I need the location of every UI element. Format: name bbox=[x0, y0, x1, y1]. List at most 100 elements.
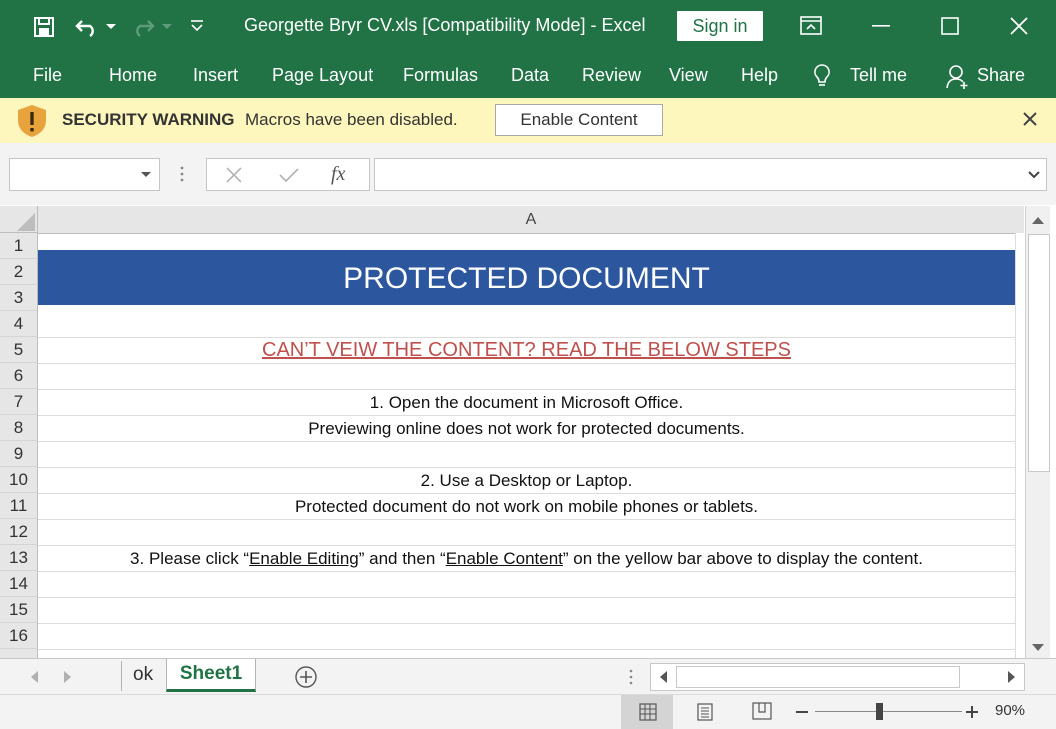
insert-function-button[interactable]: fx bbox=[331, 163, 345, 186]
row-header-12[interactable]: 12 bbox=[0, 519, 38, 545]
horizontal-scroll-thumb[interactable] bbox=[676, 666, 960, 688]
horizontal-scrollbar[interactable] bbox=[650, 663, 1025, 691]
redo-dropdown-icon bbox=[162, 24, 172, 29]
column-header-a[interactable]: A bbox=[38, 206, 1024, 234]
cancel-icon[interactable] bbox=[226, 167, 242, 183]
sheet-tab-ok[interactable]: ok bbox=[133, 664, 153, 686]
row-header-3[interactable]: 3 bbox=[0, 285, 38, 311]
row-header-15[interactable]: 15 bbox=[0, 597, 38, 623]
grid-row bbox=[38, 519, 1015, 546]
drag-handle-icon[interactable] bbox=[179, 165, 185, 183]
save-icon[interactable] bbox=[33, 16, 55, 38]
row-header-2[interactable]: 2 bbox=[0, 259, 38, 285]
customize-qat-icon[interactable] bbox=[190, 20, 204, 32]
share-person-icon[interactable] bbox=[946, 64, 970, 90]
zoom-slider-track[interactable] bbox=[815, 711, 962, 712]
scroll-up-icon[interactable] bbox=[1032, 216, 1044, 224]
split-handle-icon[interactable] bbox=[628, 668, 634, 686]
tab-view[interactable]: View bbox=[669, 65, 708, 86]
scroll-down-icon[interactable] bbox=[1032, 644, 1044, 652]
formula-input[interactable] bbox=[374, 158, 1047, 191]
sheet-tabs-bar: ok Sheet1 bbox=[0, 658, 1056, 695]
new-sheet-icon[interactable] bbox=[294, 665, 318, 689]
select-all-corner[interactable] bbox=[0, 206, 38, 233]
row-header-17[interactable] bbox=[0, 649, 38, 658]
window-title: Georgette Bryr CV.xls [Compatibility Mod… bbox=[244, 15, 646, 35]
step-2-note: Protected document do not work on mobile… bbox=[294, 497, 759, 516]
formula-bar: fx bbox=[0, 143, 1056, 205]
enable-editing-ref: Enable Editing bbox=[249, 549, 359, 568]
tab-review[interactable]: Review bbox=[582, 65, 641, 86]
sheet-tab-sheet1[interactable]: Sheet1 bbox=[166, 659, 256, 692]
scroll-left-icon[interactable] bbox=[659, 671, 667, 683]
enable-content-button[interactable]: Enable Content bbox=[495, 104, 663, 136]
tab-help[interactable]: Help bbox=[741, 65, 778, 86]
maximize-icon[interactable] bbox=[941, 17, 959, 35]
step-1-text: 1. Open the document in Microsoft Office… bbox=[369, 393, 684, 412]
name-box[interactable] bbox=[9, 158, 160, 191]
page-break-preview-icon[interactable] bbox=[752, 702, 772, 720]
step-3-suffix: ” on the yellow bar above to display the… bbox=[562, 549, 923, 568]
row-header-14[interactable]: 14 bbox=[0, 571, 38, 597]
minimize-icon[interactable] bbox=[872, 25, 890, 27]
grid-row bbox=[38, 571, 1015, 598]
grid-row bbox=[38, 441, 1015, 468]
scroll-right-icon[interactable] bbox=[1008, 671, 1016, 683]
tab-page-layout[interactable]: Page Layout bbox=[272, 65, 373, 86]
row-header-5[interactable]: 5 bbox=[0, 337, 38, 363]
redo-icon bbox=[136, 20, 155, 37]
zoom-out-icon[interactable] bbox=[796, 711, 808, 713]
share-button[interactable]: Share bbox=[977, 65, 1025, 86]
ribbon-display-options-icon[interactable] bbox=[800, 16, 822, 36]
column-b-edge bbox=[1015, 233, 1025, 658]
tab-data[interactable]: Data bbox=[511, 65, 549, 86]
row-header-8[interactable]: 8 bbox=[0, 415, 38, 441]
undo-icon[interactable] bbox=[74, 15, 100, 37]
close-icon[interactable] bbox=[1023, 112, 1037, 126]
worksheet-grid[interactable]: A 1 2 3 4 5 6 7 8 9 10 11 12 13 14 15 16… bbox=[0, 206, 1056, 658]
page-layout-view-icon[interactable] bbox=[696, 703, 714, 721]
row-header-10[interactable]: 10 bbox=[0, 467, 38, 493]
row-header-6[interactable]: 6 bbox=[0, 363, 38, 389]
zoom-in-icon[interactable] bbox=[966, 706, 978, 718]
close-window-icon[interactable] bbox=[1010, 17, 1028, 35]
step-3-text: 3. Please click “Enable Editing” and the… bbox=[38, 549, 1015, 569]
grid-row bbox=[38, 363, 1015, 390]
sign-in-button[interactable]: Sign in bbox=[677, 11, 763, 41]
tab-formulas[interactable]: Formulas bbox=[403, 65, 478, 86]
scroll-tabs-right-icon[interactable] bbox=[64, 671, 72, 683]
chevron-down-icon[interactable] bbox=[141, 172, 151, 178]
step-3-middle: ” and then “ bbox=[358, 549, 446, 568]
row-header-13[interactable]: 13 bbox=[0, 545, 38, 571]
normal-view-icon bbox=[639, 703, 657, 721]
security-warning-bar: SECURITY WARNING Macros have been disabl… bbox=[0, 98, 1056, 144]
title-bar: Georgette Bryr CV.xls [Compatibility Mod… bbox=[0, 0, 1056, 54]
grid-row bbox=[38, 623, 1015, 650]
grid-row bbox=[38, 597, 1015, 624]
row-header-16[interactable]: 16 bbox=[0, 623, 38, 649]
tab-divider bbox=[121, 661, 122, 691]
security-warning-title: SECURITY WARNING bbox=[62, 110, 235, 129]
tell-me-search[interactable]: Tell me bbox=[850, 65, 907, 86]
row-header-1[interactable]: 1 bbox=[0, 233, 38, 259]
row-header-4[interactable]: 4 bbox=[0, 311, 38, 337]
row-header-11[interactable]: 11 bbox=[0, 493, 38, 519]
zoom-level[interactable]: 90% bbox=[995, 702, 1025, 719]
step-3-prefix: 3. Please click “ bbox=[130, 549, 250, 568]
normal-view-button[interactable] bbox=[621, 695, 673, 729]
enter-check-icon[interactable] bbox=[279, 167, 299, 183]
row-header-9[interactable]: 9 bbox=[0, 441, 38, 467]
vertical-scroll-thumb[interactable] bbox=[1028, 234, 1050, 472]
lightbulb-icon[interactable] bbox=[812, 63, 832, 89]
select-all-triangle-icon bbox=[17, 213, 35, 231]
vertical-scrollbar[interactable] bbox=[1025, 206, 1050, 658]
tab-file[interactable]: File bbox=[33, 65, 62, 86]
row-header-7[interactable]: 7 bbox=[0, 389, 38, 415]
zoom-slider-thumb[interactable] bbox=[876, 703, 883, 720]
tab-home[interactable]: Home bbox=[109, 65, 157, 86]
expand-formula-bar-icon[interactable] bbox=[1028, 171, 1040, 179]
instructions-heading: CAN’T VEIW THE CONTENT? READ THE BELOW S… bbox=[262, 339, 791, 361]
scroll-tabs-left-icon[interactable] bbox=[30, 671, 38, 683]
tab-insert[interactable]: Insert bbox=[193, 65, 238, 86]
undo-dropdown-icon[interactable] bbox=[106, 24, 116, 30]
